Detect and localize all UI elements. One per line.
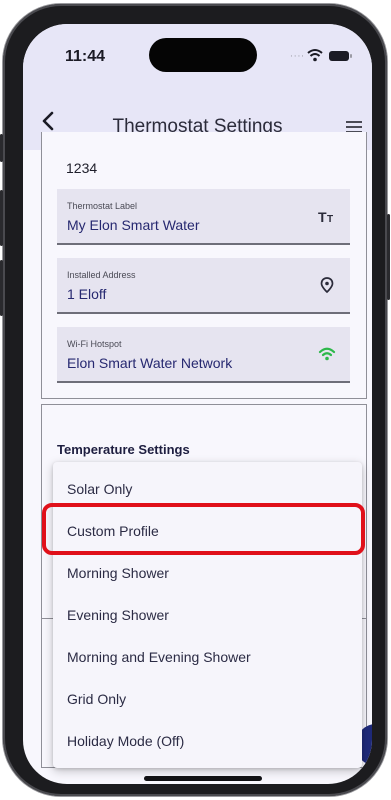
dynamic-island [149,38,257,72]
status-time: 11:44 [65,48,106,65]
option-morning-shower[interactable]: Morning Shower [53,552,362,594]
field-label: Installed Address [67,270,136,280]
wifi-icon[interactable] [318,345,336,363]
field-value: My Elon Smart Water [67,217,200,233]
volume-down-button [0,260,3,316]
thermostat-label-field[interactable]: Thermostat Label My Elon Smart Water T T [57,189,350,245]
signal-dots-icon: · · · · [290,52,304,62]
svg-text:T: T [318,209,327,225]
installed-address-field[interactable]: Installed Address 1 Eloff [57,258,350,314]
location-pin-icon[interactable] [318,276,336,294]
battery-icon [329,51,352,61]
status-bar: 11:44 · · · · [23,24,372,102]
field-label: Thermostat Label [67,201,138,211]
field-value: 1 Eloff [67,286,107,302]
volume-up-button [0,190,3,246]
option-morning-and-evening-shower[interactable]: Morning and Evening Shower [53,636,362,678]
option-grid-only[interactable]: Grid Only [53,678,362,720]
temperature-settings-title: Temperature Settings [57,442,190,457]
highlight-annotation [42,503,365,555]
phone-frame: 11:44 · · · · Thermostat Settings 1234 T… [0,4,390,796]
svg-text:T: T [327,214,333,225]
field-value: Elon Smart Water Network [67,355,233,371]
device-code: 1234 [66,160,98,176]
field-label: Wi-Fi Hotspot [67,339,122,349]
wifi-status-icon [307,49,323,62]
screen: 11:44 · · · · Thermostat Settings 1234 T… [23,24,372,784]
home-indicator[interactable] [144,776,262,781]
text-size-icon[interactable]: T T [318,207,336,225]
power-button [387,214,390,300]
option-holiday-mode[interactable]: Holiday Mode (Off) [53,720,362,762]
mute-switch [0,134,3,162]
option-evening-shower[interactable]: Evening Shower [53,594,362,636]
wifi-hotspot-field[interactable]: Wi-Fi Hotspot Elon Smart Water Network [57,327,350,383]
